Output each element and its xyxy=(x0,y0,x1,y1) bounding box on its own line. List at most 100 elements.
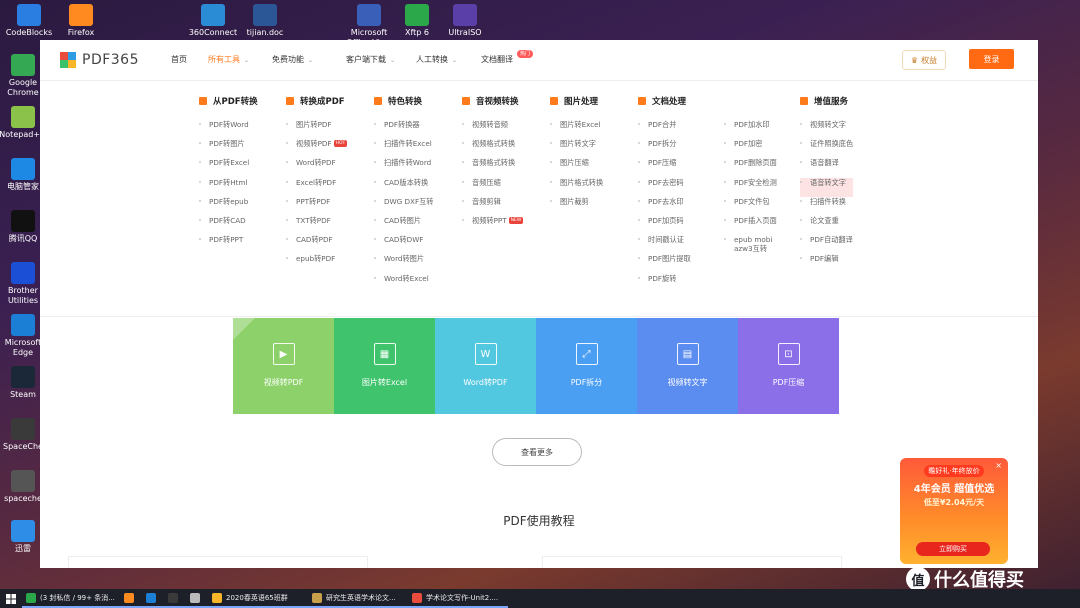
menu-item[interactable]: 扫描件转Excel xyxy=(374,139,433,158)
menu-item[interactable]: 语音转文字 xyxy=(800,177,854,197)
desktop-icon[interactable]: CodeBlocks xyxy=(0,4,58,38)
menu-item[interactable]: CAD版本转换 xyxy=(374,178,433,197)
taskbar-app[interactable]: 研究生英语学术论文... xyxy=(308,589,408,608)
desktop-icon[interactable]: Firefox xyxy=(52,4,110,38)
nav-item[interactable]: 所有工具 ⌄ xyxy=(208,54,249,65)
feature-tiles: ▶ 视频转PDF ▦ 图片转Excel W Word转PDF ⤢ PDF拆分 ▤ 视频转文字 ⊡ PD… xyxy=(233,318,839,414)
feature-tile[interactable]: ▦ 图片转Excel xyxy=(334,318,435,414)
nav-item[interactable]: 人工转换 ⌄ xyxy=(416,54,457,65)
nav-item[interactable]: 首页 xyxy=(171,54,187,65)
desktop-icon[interactable]: 360Connect xyxy=(184,4,242,38)
menu-item[interactable]: PDF转Excel xyxy=(199,158,258,177)
taskbar-app[interactable] xyxy=(164,589,186,608)
menu-item[interactable]: 语音翻译 xyxy=(800,158,853,177)
menu-item[interactable]: PPT转PDF xyxy=(286,197,347,216)
desktop-icon[interactable]: UltraISO xyxy=(436,4,494,38)
menu-item[interactable]: 图片转Excel xyxy=(550,120,603,139)
menu-item[interactable]: 时间戳认证 xyxy=(638,235,691,254)
feature-tile[interactable]: W Word转PDF xyxy=(435,318,536,414)
menu-item[interactable]: 图片格式转换 xyxy=(550,178,603,197)
menu-item[interactable]: epub mobi azw3互转 xyxy=(724,235,788,254)
desktop-icon-label: UltraISO xyxy=(448,28,482,37)
menu-item[interactable]: 图片转文字 xyxy=(550,139,603,158)
menu-item[interactable]: Excel转PDF xyxy=(286,178,347,197)
menu-item[interactable]: 视频转音频 xyxy=(462,120,523,139)
menu-item[interactable]: PDF转Word xyxy=(199,120,258,139)
menu-item[interactable]: CAD转图片 xyxy=(374,216,433,235)
login-button[interactable]: 登录 xyxy=(969,49,1014,69)
menu-item[interactable]: PDF文件包 xyxy=(724,197,788,216)
menu-item[interactable]: PDF合并 xyxy=(638,120,691,139)
menu-column: 文档处理 PDF合并 PDF拆分 PDF压缩 PDF去密码 PDF去水印 PDF加页码 时间戳… xyxy=(638,95,691,293)
menu-item[interactable]: PDF转CAD xyxy=(199,216,258,235)
menu-item[interactable]: 视频转PPT NEW xyxy=(462,216,524,235)
menu-item[interactable]: 音频剪辑 xyxy=(462,197,523,216)
app-icon xyxy=(11,262,35,284)
taskbar-app[interactable] xyxy=(186,589,208,608)
menu-item[interactable]: PDF删除页面 xyxy=(724,158,788,177)
menu-item[interactable]: PDF去密码 xyxy=(638,178,691,197)
menu-item[interactable]: epub转PDF xyxy=(286,254,347,273)
menu-item[interactable]: PDF转epub xyxy=(199,197,258,216)
menu-item[interactable]: PDF加水印 xyxy=(724,120,788,139)
menu-list: 图片转Excel 图片转文字 图片压缩 图片格式转换 图片裁剪 xyxy=(550,120,603,216)
start-button[interactable] xyxy=(0,589,22,608)
taskbar-app[interactable]: 学术论文写作-Unit2.... xyxy=(408,589,508,608)
menu-item[interactable]: PDF加页码 xyxy=(638,216,691,235)
promo-popup[interactable]: × 瞻好礼·年终放价 4年会员 超值优选 低至¥2.04元/天 立即购买 xyxy=(900,458,1008,564)
menu-item[interactable]: PDF图片提取 xyxy=(638,254,691,273)
category-icon xyxy=(199,97,207,105)
taskbar-app[interactable]: 2020春英语65班群 xyxy=(208,589,308,608)
desktop-icon[interactable]: tijian.doc xyxy=(236,4,294,38)
menu-item[interactable]: PDF转Html xyxy=(199,178,258,197)
menu-item[interactable]: PDF加密 xyxy=(724,139,788,158)
promo-buy-button[interactable]: 立即购买 xyxy=(916,542,990,556)
menu-item[interactable]: Word转PDF xyxy=(286,158,347,177)
feature-tile[interactable]: ▤ 视频转文字 xyxy=(637,318,738,414)
menu-item[interactable]: 扫描件转Word xyxy=(374,158,433,177)
menu-item[interactable]: 图片压缩 xyxy=(550,158,603,177)
feature-tile[interactable]: ⤢ PDF拆分 xyxy=(536,318,637,414)
quanyi-button[interactable]: ♛ 权益 xyxy=(902,50,946,70)
menu-item[interactable]: PDF去水印 xyxy=(638,197,691,216)
view-more-button[interactable]: 查看更多 xyxy=(492,438,582,466)
menu-item[interactable]: PDF编辑 xyxy=(800,254,853,273)
menu-item[interactable]: TXT转PDF xyxy=(286,216,347,235)
feature-tile[interactable]: ⊡ PDF压缩 xyxy=(738,318,839,414)
menu-item[interactable]: 音频格式转换 xyxy=(462,158,523,177)
menu-item[interactable]: PDF压缩 xyxy=(638,158,691,177)
menu-item[interactable]: PDF旋转 xyxy=(638,274,691,293)
menu-item[interactable]: 论文查重 xyxy=(800,216,853,235)
menu-item[interactable]: Word转图片 xyxy=(374,254,433,273)
menu-item[interactable]: 视频转文字 xyxy=(800,120,853,139)
menu-item[interactable]: PDF转PPT xyxy=(199,235,258,254)
menu-item[interactable]: 视频格式转换 xyxy=(462,139,523,158)
menu-item[interactable]: 证件照换底色 xyxy=(800,139,853,158)
menu-item[interactable]: PDF自动翻译 xyxy=(800,235,853,254)
nav-item[interactable]: 客户端下载 ⌄ xyxy=(346,54,395,65)
menu-item[interactable]: DWG DXF互转 xyxy=(374,197,433,216)
taskbar-app[interactable]: (3 封私信 / 99+ 条消... xyxy=(22,589,120,608)
menu-item[interactable]: CAD转PDF xyxy=(286,235,347,254)
menu-item[interactable]: 视频转PDF HOT xyxy=(286,139,348,158)
menu-item[interactable]: 扫描件转换 xyxy=(800,197,853,216)
menu-item[interactable]: PDF插入页面 xyxy=(724,216,788,235)
menu-item[interactable]: 音频压缩 xyxy=(462,178,523,197)
nav-item[interactable]: 免费功能 ⌄ xyxy=(272,54,313,65)
menu-item[interactable]: PDF转换器 xyxy=(374,120,433,139)
menu-item[interactable]: PDF拆分 xyxy=(638,139,691,158)
nav-item[interactable]: 文档翻译 xyxy=(481,54,513,65)
menu-item[interactable]: CAD转DWF xyxy=(374,235,433,254)
menu-item[interactable]: 图片转PDF xyxy=(286,120,347,139)
taskbar-app[interactable] xyxy=(120,589,142,608)
menu-item[interactable]: Word转Excel xyxy=(374,274,433,293)
menu-item[interactable]: 图片裁剪 xyxy=(550,197,603,216)
menu-item[interactable]: PDF转图片 xyxy=(199,139,258,158)
site-logo[interactable]: PDF365 xyxy=(60,52,139,68)
tutorial-card[interactable] xyxy=(542,556,842,568)
taskbar-app[interactable] xyxy=(142,589,164,608)
feature-tile[interactable]: ▶ 视频转PDF xyxy=(233,318,334,414)
tutorial-card[interactable] xyxy=(68,556,368,568)
promo-close-icon[interactable]: × xyxy=(995,461,1002,470)
menu-item[interactable]: PDF安全检测 xyxy=(724,178,788,197)
